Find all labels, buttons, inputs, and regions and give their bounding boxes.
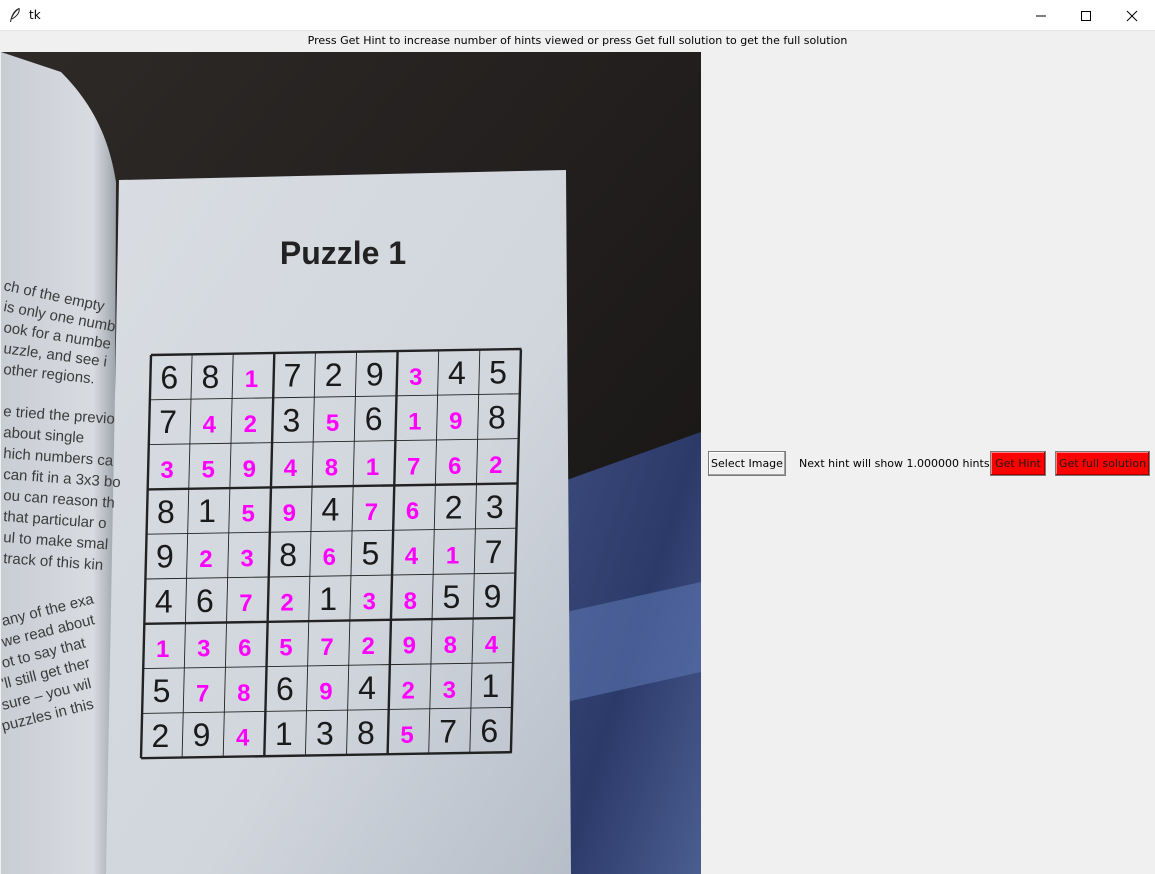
sudoku-hint-digit: 1 <box>156 636 169 663</box>
minimize-button[interactable] <box>1018 0 1064 31</box>
sudoku-hint-digit: 5 <box>326 410 339 437</box>
sudoku-given-digit: 1 <box>198 493 216 529</box>
minimize-icon <box>1036 15 1046 16</box>
sudoku-hint-digit: 4 <box>485 631 499 658</box>
sudoku-given-digit: 8 <box>488 399 506 435</box>
sudoku-hint-digit: 1 <box>408 409 421 436</box>
sudoku-given-digit: 5 <box>443 579 461 615</box>
sudoku-hint-digit: 3 <box>240 545 253 572</box>
sudoku-given-digit: 9 <box>193 717 211 753</box>
sudoku-given-digit: 5 <box>489 355 507 391</box>
sudoku-hint-digit: 7 <box>239 590 252 617</box>
sudoku-hint-digit: 5 <box>201 456 214 483</box>
sudoku-given-digit: 7 <box>159 404 177 440</box>
get-hint-button[interactable]: Get Hint <box>990 451 1046 476</box>
select-image-button[interactable]: Select Image <box>708 451 786 476</box>
sudoku-given-digit: 8 <box>201 359 219 395</box>
window-titlebar: tk <box>0 0 1155 31</box>
sudoku-hint-digit: 4 <box>203 412 217 439</box>
sudoku-hint-digit: 8 <box>444 632 457 659</box>
sudoku-given-digit: 3 <box>316 715 334 751</box>
sudoku-given-digit: 9 <box>156 539 174 575</box>
sudoku-hint-digit: 1 <box>245 366 258 393</box>
sudoku-hint-digit: 9 <box>283 500 296 527</box>
sudoku-hint-digit: 2 <box>280 590 293 617</box>
sudoku-given-digit: 6 <box>365 401 383 437</box>
sudoku-hint-digit: 6 <box>238 635 251 662</box>
sudoku-given-digit: 2 <box>445 490 463 526</box>
sudoku-hint-digit: 9 <box>319 679 332 706</box>
sudoku-photo: ch of the empty is only one numb ook for a… <box>1 52 701 874</box>
sudoku-hint-digit: 2 <box>361 633 374 660</box>
sudoku-hint-digit: 9 <box>403 633 416 660</box>
close-icon <box>1126 10 1138 21</box>
close-button[interactable] <box>1109 0 1155 31</box>
sudoku-given-digit: 1 <box>481 668 499 704</box>
sudoku-given-digit: 8 <box>157 494 175 530</box>
sudoku-given-digit: 5 <box>153 673 171 709</box>
sudoku-hint-digit: 1 <box>366 454 379 481</box>
sudoku-given-digit: 4 <box>448 355 466 391</box>
window-title: tk <box>29 8 41 22</box>
sudoku-hint-digit: 4 <box>405 543 419 570</box>
sudoku-hint-digit: 5 <box>279 634 292 661</box>
sudoku-hint-digit: 2 <box>244 411 257 438</box>
sudoku-hint-digit: 1 <box>446 542 459 569</box>
instructions-label: Press Get Hint to increase number of hin… <box>307 34 848 47</box>
sudoku-hint-digit: 3 <box>409 364 422 391</box>
sudoku-hint-digit: 2 <box>401 677 414 704</box>
sudoku-hint-digit: 2 <box>489 452 502 479</box>
sudoku-hint-digit: 7 <box>365 499 378 526</box>
maximize-icon <box>1081 10 1091 21</box>
sudoku-given-digit: 7 <box>284 358 302 394</box>
sudoku-given-digit: 3 <box>283 402 301 438</box>
sudoku-hint-digit: 7 <box>196 680 209 707</box>
sudoku-given-digit: 3 <box>486 489 504 525</box>
sudoku-hint-digit: 8 <box>325 455 338 482</box>
sudoku-given-digit: 7 <box>485 534 503 570</box>
sudoku-hint-digit: 9 <box>243 456 256 483</box>
sudoku-given-digit: 2 <box>325 357 343 393</box>
sudoku-given-digit: 8 <box>279 537 297 573</box>
sudoku-hint-digit: 3 <box>363 588 376 615</box>
sudoku-hint-digit: 9 <box>449 408 462 435</box>
get-full-solution-button[interactable]: Get full solution <box>1055 451 1150 476</box>
sudoku-hint-digit: 4 <box>236 725 250 752</box>
sudoku-given-digit: 9 <box>366 356 384 392</box>
sudoku-given-digit: 6 <box>196 583 214 619</box>
sudoku-hint-digit: 3 <box>443 677 456 704</box>
sudoku-hint-digit: 5 <box>400 722 413 749</box>
feather-icon <box>10 7 20 22</box>
hint-status-label: Next hint will show 1.000000 hints <box>799 457 990 470</box>
sudoku-given-digit: 2 <box>152 718 170 754</box>
sudoku-hint-digit: 5 <box>241 501 254 528</box>
sudoku-hint-digit: 8 <box>404 588 417 615</box>
sudoku-given-digit: 7 <box>439 714 457 750</box>
sudoku-given-digit: 6 <box>276 671 294 707</box>
sudoku-given-digit: 1 <box>319 581 337 617</box>
puzzle-title: Puzzle 1 <box>280 235 406 271</box>
sudoku-given-digit: 4 <box>321 491 339 527</box>
sudoku-given-digit: 5 <box>361 536 379 572</box>
sudoku-given-digit: 4 <box>155 583 173 619</box>
sudoku-hint-digit: 6 <box>406 498 419 525</box>
sudoku-given-digit: 9 <box>484 579 502 615</box>
maximize-button[interactable] <box>1063 0 1109 31</box>
sudoku-given-digit: 6 <box>160 359 178 395</box>
sudoku-hint-digit: 4 <box>284 455 298 482</box>
sudoku-hint-digit: 3 <box>197 636 210 663</box>
sudoku-hint-digit: 2 <box>199 546 212 573</box>
sudoku-given-digit: 6 <box>480 713 498 749</box>
sudoku-given-digit: 8 <box>357 715 375 751</box>
sudoku-hint-digit: 6 <box>323 544 336 571</box>
sudoku-hint-digit: 7 <box>407 453 420 480</box>
sudoku-hint-digit: 3 <box>160 457 173 484</box>
sudoku-given-digit: 4 <box>358 670 376 706</box>
sudoku-hint-digit: 7 <box>320 634 333 661</box>
sudoku-hint-digit: 6 <box>448 453 461 480</box>
sudoku-hint-digit: 8 <box>237 680 250 707</box>
sudoku-given-digit: 1 <box>275 716 293 752</box>
